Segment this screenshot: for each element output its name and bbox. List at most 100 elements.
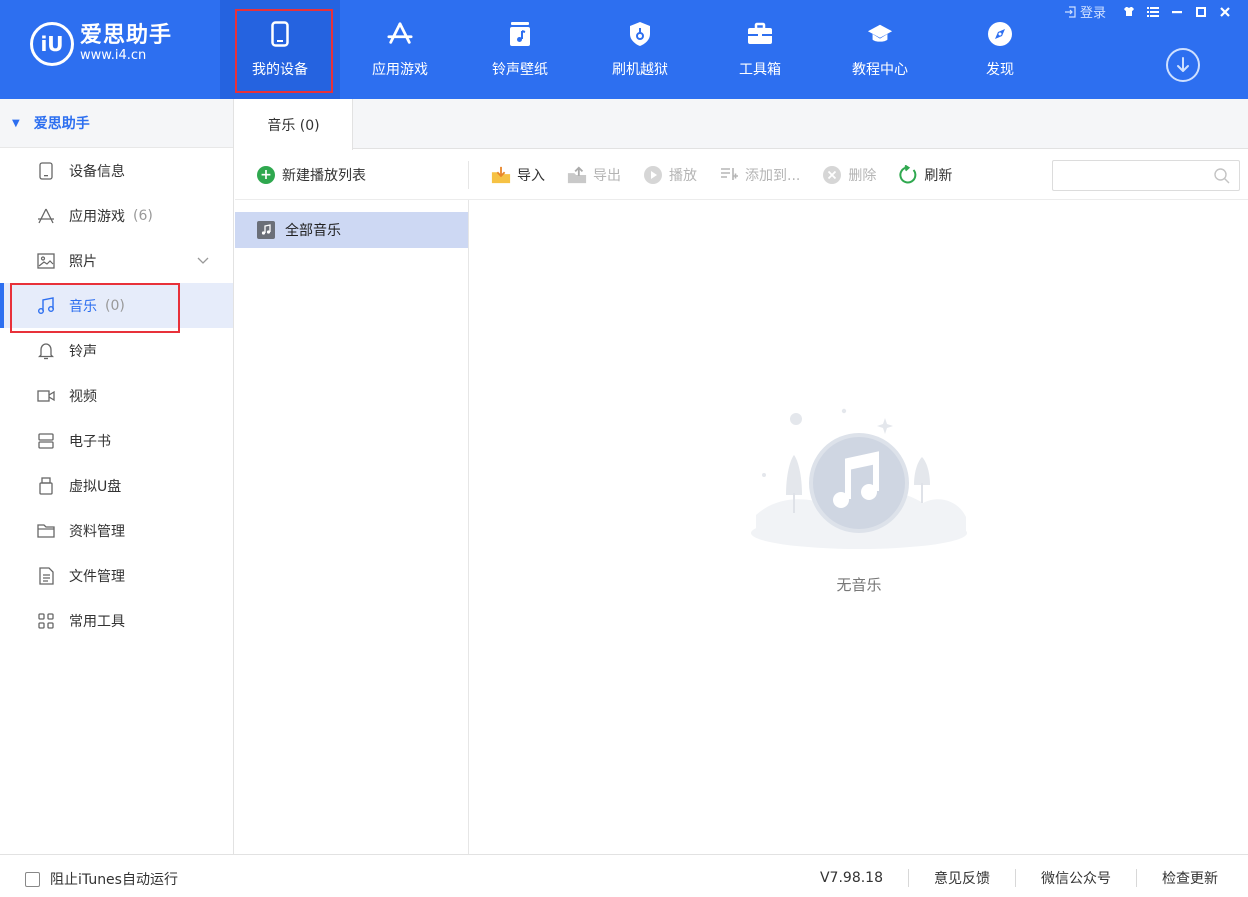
sidebar-item-ringtones[interactable]: 铃声 <box>0 328 233 373</box>
playlist-all-music[interactable]: 全部音乐 <box>235 212 468 248</box>
check-update-link[interactable]: 检查更新 <box>1162 868 1218 888</box>
nav-label: 应用游戏 <box>372 61 428 78</box>
sidebar-item-label: 常用工具 <box>69 613 125 630</box>
refresh-label: 刷新 <box>924 168 953 184</box>
export-icon <box>567 165 587 185</box>
search-icon[interactable] <box>1213 167 1231 189</box>
chevron-down-icon[interactable] <box>197 253 209 269</box>
toolbox-icon <box>747 21 773 47</box>
music-note-icon <box>507 21 533 47</box>
menu-button[interactable] <box>1144 4 1162 20</box>
file-icon <box>37 566 55 585</box>
play-button[interactable]: 播放 <box>643 165 697 185</box>
shield-key-icon <box>627 21 653 47</box>
checkbox-box[interactable] <box>25 871 40 887</box>
sidebar-item-photos[interactable]: 照片 <box>0 238 233 283</box>
sidebar-item-common-tools[interactable]: 常用工具 <box>0 598 233 643</box>
music-toolbar: + 新建播放列表 导入 导出 播放 添加到... 删除 刷新 <box>235 150 1248 200</box>
play-label: 播放 <box>669 168 697 184</box>
nav-ringtones-wallpapers[interactable]: 铃声壁纸 <box>460 0 580 99</box>
toolbar-actions: 导入 导出 播放 添加到... 删除 刷新 <box>491 165 952 185</box>
skin-button[interactable] <box>1120 4 1138 20</box>
login-label: 登录 <box>1079 6 1106 21</box>
maximize-button[interactable] <box>1192 4 1210 20</box>
import-button[interactable]: 导入 <box>491 165 545 185</box>
close-button[interactable] <box>1216 4 1234 20</box>
sidebar-item-data-management[interactable]: 资料管理 <box>0 508 233 553</box>
usb-drive-icon <box>37 476 55 495</box>
empty-state: 无音乐 <box>470 200 1248 854</box>
wechat-link[interactable]: 微信公众号 <box>1041 868 1111 888</box>
status-footer: 阻止iTunes自动运行 V7.98.18 意见反馈 微信公众号 检查更新 <box>0 854 1248 897</box>
nav-label: 工具箱 <box>739 61 781 78</box>
toolbar-divider <box>468 161 469 189</box>
nav-my-device[interactable]: 我的设备 <box>220 0 340 99</box>
download-arrow-icon <box>1177 57 1189 72</box>
playlist-label: 全部音乐 <box>285 223 341 239</box>
playlist-panel: 全部音乐 <box>235 200 469 854</box>
nav-discover[interactable]: 发现 <box>940 0 1060 99</box>
sidebar-item-label: 文件管理 <box>69 568 125 585</box>
app-icon <box>37 207 55 225</box>
sidebar-item-virtual-usb[interactable]: 虚拟U盘 <box>0 463 233 508</box>
maximize-icon <box>1196 6 1206 17</box>
new-playlist-button[interactable]: + 新建播放列表 <box>257 165 366 185</box>
sidebar-item-label: 资料管理 <box>69 523 125 540</box>
sidebar-item-label: 音乐 <box>69 298 97 315</box>
tab-music[interactable]: 音乐 (0) <box>235 99 353 150</box>
refresh-button[interactable]: 刷新 <box>898 165 952 185</box>
sidebar-item-label: 设备信息 <box>69 163 125 180</box>
login-icon <box>1064 5 1076 18</box>
version-label: V7.98.18 <box>819 870 883 886</box>
nav-label: 刷机越狱 <box>612 61 668 78</box>
add-to-button[interactable]: 添加到... <box>719 165 800 185</box>
sidebar: ▼ 爱思助手 设备信息 应用游戏 (6) 照片 音乐 (0) 铃声 视频 电子书… <box>0 99 234 854</box>
login-button[interactable]: 登录 <box>1064 2 1106 21</box>
footer-divider <box>1015 869 1016 887</box>
sidebar-item-label: 虚拟U盘 <box>69 478 122 495</box>
new-playlist-label: 新建播放列表 <box>282 168 366 184</box>
add-to-label: 添加到... <box>745 168 801 184</box>
app-store-icon <box>387 21 413 47</box>
grid-icon <box>37 612 55 630</box>
download-manager-button[interactable] <box>1166 48 1200 82</box>
sidebar-item-ebooks[interactable]: 电子书 <box>0 418 233 463</box>
import-icon <box>491 165 511 185</box>
top-header: iU 爱思助手 www.i4.cn 我的设备 应用游戏 铃声壁纸 刷机越狱 工具… <box>0 0 1248 99</box>
nav-label: 铃声壁纸 <box>492 61 548 78</box>
photo-icon <box>37 252 55 270</box>
sidebar-device-header[interactable]: ▼ 爱思助手 <box>0 99 233 148</box>
sidebar-item-device-info[interactable]: 设备信息 <box>0 148 233 193</box>
main-nav: 我的设备 应用游戏 铃声壁纸 刷机越狱 工具箱 教程中心 发现 <box>220 0 1060 99</box>
delete-label: 删除 <box>848 168 877 184</box>
sidebar-item-music[interactable]: 音乐 (0) <box>0 283 233 333</box>
sidebar-item-label: 照片 <box>69 253 97 270</box>
block-itunes-checkbox[interactable]: 阻止iTunes自动运行 <box>25 869 178 889</box>
minimize-icon <box>1172 10 1182 13</box>
export-button[interactable]: 导出 <box>567 165 621 185</box>
feedback-link[interactable]: 意见反馈 <box>934 868 990 888</box>
nav-toolbox[interactable]: 工具箱 <box>700 0 820 99</box>
search-input[interactable] <box>1053 161 1203 190</box>
empty-state-text: 无音乐 <box>836 576 882 594</box>
nav-label: 发现 <box>986 61 1014 78</box>
playlist-music-icon <box>257 221 275 239</box>
video-icon <box>37 387 55 405</box>
compass-icon <box>987 21 1013 47</box>
nav-tutorials[interactable]: 教程中心 <box>820 0 940 99</box>
footer-divider <box>908 869 909 887</box>
nav-flash-jailbreak[interactable]: 刷机越狱 <box>580 0 700 99</box>
bell-icon <box>37 342 55 360</box>
sidebar-item-apps[interactable]: 应用游戏 (6) <box>0 193 233 238</box>
sidebar-item-videos[interactable]: 视频 <box>0 373 233 418</box>
delete-button[interactable]: 删除 <box>822 165 876 185</box>
play-icon <box>643 165 663 185</box>
nav-label: 教程中心 <box>852 61 908 78</box>
plus-icon: + <box>257 166 275 184</box>
nav-label: 我的设备 <box>252 61 308 78</box>
nav-apps-games[interactable]: 应用游戏 <box>340 0 460 99</box>
sidebar-item-file-management[interactable]: 文件管理 <box>0 553 233 598</box>
sidebar-item-label: 铃声 <box>69 343 97 360</box>
app-name: 爱思助手 <box>80 23 173 48</box>
minimize-button[interactable] <box>1168 4 1186 20</box>
